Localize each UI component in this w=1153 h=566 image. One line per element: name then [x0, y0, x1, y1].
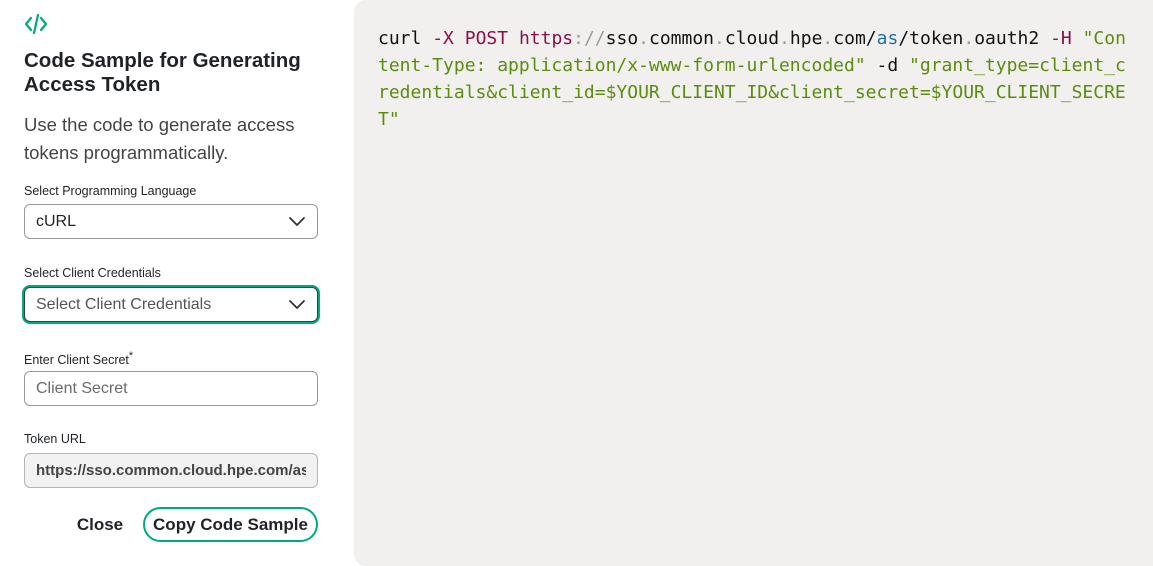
- code-flag-h: -H: [1050, 28, 1072, 49]
- code-method: POST: [464, 28, 509, 49]
- client-secret-field[interactable]: [24, 371, 318, 406]
- code-url-path-1: as: [876, 28, 899, 49]
- token-url-field[interactable]: https://sso.common.cloud.hpe.com/as/toke…: [24, 453, 318, 488]
- secret-label-text: Enter Client Secret: [24, 353, 129, 368]
- code-url-path-2: token: [909, 28, 964, 49]
- close-button[interactable]: Close: [72, 508, 128, 542]
- token-url-value: https://sso.common.cloud.hpe.com/as/toke…: [36, 462, 306, 479]
- code-url-host-3: cloud: [724, 28, 780, 49]
- code-sample-panel: curl -X POST https://sso.common.cloud.hp…: [354, 0, 1153, 566]
- code-sample[interactable]: curl -X POST https://sso.common.cloud.hp…: [378, 25, 1128, 133]
- code-url-host-1: sso: [605, 28, 639, 49]
- code-url-sep: ://: [573, 28, 606, 49]
- language-select-value: cURL: [36, 212, 77, 230]
- code-url-host-5: com: [833, 28, 866, 49]
- secret-label: Enter Client Secret*: [24, 348, 133, 368]
- credentials-select-placeholder: Select Client Credentials: [36, 295, 212, 313]
- code-url-path-3: oauth2: [974, 28, 1040, 49]
- credentials-label: Select Client Credentials: [24, 266, 161, 280]
- code-url-scheme: https: [518, 28, 574, 49]
- dialog-description: Use the code to generate access tokens p…: [24, 114, 295, 163]
- copy-code-sample-button[interactable]: Copy Code Sample: [143, 507, 318, 542]
- language-select[interactable]: cURL: [24, 204, 318, 239]
- code-url-host-4: hpe: [789, 28, 823, 49]
- token-url-label: Token URL: [24, 432, 86, 446]
- code-flag-x: -X: [432, 28, 454, 49]
- code-sample-form: Code Sample for Generating Access Token …: [0, 0, 342, 566]
- code-brackets-icon: [24, 13, 48, 35]
- chevron-down-icon: [289, 216, 305, 226]
- code-cmd: curl: [378, 28, 422, 49]
- dialog-title: Code Sample for Generating Access Token: [24, 49, 301, 96]
- client-secret-input[interactable]: [36, 379, 306, 398]
- credentials-select[interactable]: Select Client Credentials: [24, 287, 318, 322]
- chevron-down-icon: [289, 299, 305, 309]
- code-url-host-2: common: [649, 28, 715, 49]
- required-mark: *: [128, 350, 134, 362]
- language-label: Select Programming Language: [24, 184, 197, 198]
- code-flag-d: -d: [876, 55, 899, 76]
